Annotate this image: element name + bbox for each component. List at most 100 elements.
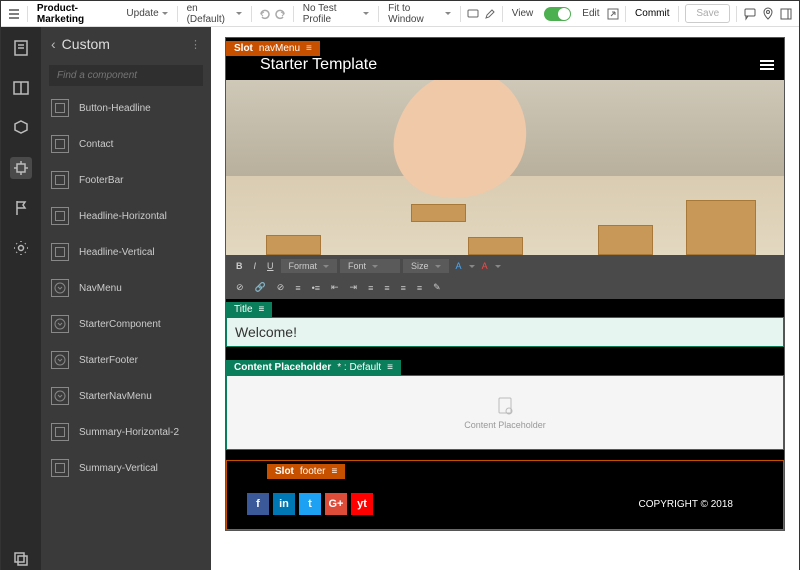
rte-format-dropdown[interactable]: Format [281,259,338,273]
location-icon[interactable] [761,7,775,21]
component-label: Headline-Vertical [79,247,155,258]
component-item[interactable]: Headline-Horizontal [41,198,211,234]
rte-ul-icon[interactable]: •≡ [308,281,324,295]
edit-pencil-icon[interactable] [483,7,496,21]
rail-copy-icon[interactable] [10,548,32,570]
rte-indent-icon[interactable]: ⇥ [346,280,362,295]
rail-page-icon[interactable] [10,37,32,59]
redo-icon[interactable] [274,7,287,21]
comment-icon[interactable] [743,7,757,21]
title-input[interactable]: Welcome! [226,317,784,347]
rail-assets-icon[interactable] [10,117,32,139]
left-icon-rail [1,27,41,570]
component-sidebar: ‹ Custom ⋮ Button-Headline Contact FooterB… [41,27,211,570]
rte-justify-icon[interactable]: ≡ [413,281,426,295]
component-item[interactable]: Summary-Horizontal-2 [41,414,211,450]
rte-color-icon[interactable]: A [452,259,466,273]
undo-icon[interactable] [258,7,271,21]
component-icon [51,243,69,261]
preview-icon[interactable] [607,7,620,21]
rte-underline-icon[interactable]: U [263,259,278,273]
edit-label: Edit [579,6,602,21]
view-edit-toggle[interactable] [544,7,571,21]
sidebar-title: Custom [62,36,110,52]
rte-clear-icon[interactable]: ⊘ [232,280,248,295]
rte-italic-icon[interactable]: I [250,259,261,273]
rte-unlink-icon[interactable]: ⊘ [273,280,289,295]
commit-button[interactable]: Commit [632,6,672,21]
mode-dropdown[interactable]: Update [123,6,170,21]
component-item[interactable]: StarterFooter [41,342,211,378]
sidebar-more-icon[interactable]: ⋮ [190,38,201,51]
component-item[interactable]: StarterComponent [41,306,211,342]
rte-bold-icon[interactable]: B [232,259,247,273]
hamburger-icon[interactable] [760,60,774,70]
component-label: StarterNavMenu [79,391,152,402]
locale-dropdown[interactable]: en (Default) [184,1,245,27]
social-icon[interactable]: G+ [325,493,347,515]
rte-center-icon[interactable]: ≡ [380,281,393,295]
content-placeholder[interactable]: Content Placeholder [226,375,784,450]
slot-menu-icon[interactable]: ≡ [306,43,312,54]
canvas-area: SlotnavMenu≡ Starter Template B I U Form… [211,27,799,570]
component-icon [51,135,69,153]
component-item[interactable]: NavMenu [41,270,211,306]
component-label: Contact [79,139,113,150]
project-name[interactable]: Product-Marketing [34,1,120,27]
rte-left-icon[interactable]: ≡ [364,281,377,295]
social-icon[interactable]: t [299,493,321,515]
device-icon[interactable] [467,7,480,21]
rte-bgcolor-icon[interactable]: A [478,259,492,273]
component-icon [51,351,69,369]
back-icon[interactable]: ‹ [51,36,56,52]
component-item[interactable]: Summary-Vertical [41,450,211,486]
title-chip[interactable]: Title≡ [226,302,272,317]
rail-flag-icon[interactable] [10,197,32,219]
title-chip-menu-icon[interactable]: ≡ [259,304,265,315]
component-item[interactable]: Headline-Vertical [41,234,211,270]
page-template[interactable]: SlotnavMenu≡ Starter Template B I U Form… [225,37,785,531]
social-icon[interactable]: yt [351,493,373,515]
social-icon[interactable]: f [247,493,269,515]
component-item[interactable]: FooterBar [41,162,211,198]
rte-right-icon[interactable]: ≡ [397,281,410,295]
rte-size-dropdown[interactable]: Size [403,259,449,273]
rte-ol-icon[interactable]: ≡ [291,281,304,295]
save-button[interactable]: Save [685,4,730,23]
profile-dropdown[interactable]: No Test Profile [300,1,372,27]
slot-footer-menu-icon[interactable]: ≡ [331,466,337,477]
component-icon [51,171,69,189]
component-item[interactable]: StarterNavMenu [41,378,211,414]
component-icon [51,423,69,441]
component-icon [51,315,69,333]
rte-source-icon[interactable]: ✎ [429,280,445,295]
slot-nav-chip[interactable]: SlotnavMenu≡ [226,41,320,56]
component-icon [51,99,69,117]
social-icon[interactable]: in [273,493,295,515]
placeholder-chip[interactable]: Content Placeholder* : Default≡ [226,360,401,375]
panel-icon[interactable] [779,7,793,21]
component-label: NavMenu [79,283,122,294]
rail-components-icon[interactable] [10,157,32,179]
slot-footer-chip[interactable]: Slotfooter≡ [267,464,345,479]
rich-text-toolbar: B I U Format Font Size A A ⊘ 🔗 ⊘ ≡ •≡ ⇤ … [226,255,784,299]
rte-link-icon[interactable]: 🔗 [251,280,270,295]
component-label: FooterBar [79,175,123,186]
rail-settings-icon[interactable] [10,237,32,259]
menu-icon[interactable] [7,7,21,21]
component-icon [51,387,69,405]
component-icon [51,279,69,297]
template-title: Starter Template [260,56,377,74]
component-label: Summary-Vertical [79,463,158,474]
ph-chip-menu-icon[interactable]: ≡ [387,362,393,373]
component-item[interactable]: Contact [41,126,211,162]
fit-dropdown[interactable]: Fit to Window [385,1,454,27]
rte-outdent-icon[interactable]: ⇤ [327,280,343,295]
view-label: View [509,6,537,21]
hero-image [226,80,784,255]
rail-layout-icon[interactable] [10,77,32,99]
component-search-input[interactable] [49,65,203,86]
component-item[interactable]: Button-Headline [41,90,211,126]
rte-font-dropdown[interactable]: Font [340,259,400,273]
copyright-text: COPYRIGHT © 2018 [639,499,733,510]
